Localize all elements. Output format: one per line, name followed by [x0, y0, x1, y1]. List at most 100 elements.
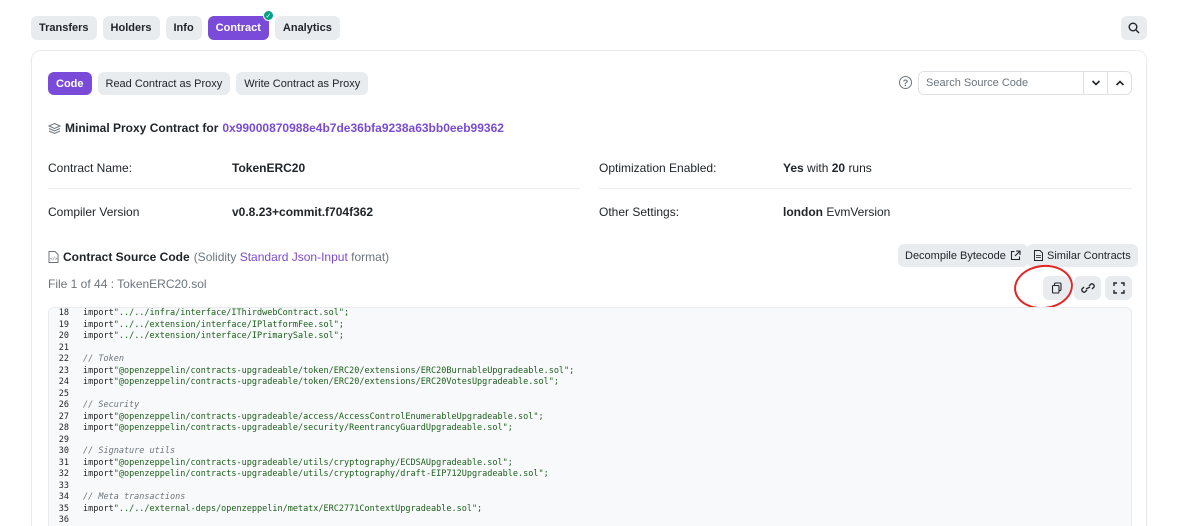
line-number: 26 — [58, 400, 69, 410]
code-viewer[interactable]: 18 import "../../infra/interface/IThirdwe… — [48, 307, 1132, 526]
fullscreen-button[interactable] — [1105, 276, 1132, 300]
code-keyword: import — [83, 308, 114, 318]
compiler-value: v0.8.23+commit.f704f362 — [232, 205, 374, 219]
code-line: 29 — [49, 435, 1131, 447]
similar-contracts-button[interactable]: Similar Contracts — [1027, 244, 1138, 267]
code-keyword: import — [83, 319, 114, 330]
line-number: 30 — [58, 446, 69, 456]
code-line: 35 import "../../external-deps/openzeppel… — [49, 504, 1131, 516]
search-button[interactable] — [1121, 16, 1147, 40]
tab-contract[interactable]: Contract ✓ — [207, 10, 274, 40]
contract-name-label: Contract Name: — [48, 161, 133, 175]
divider — [48, 188, 580, 189]
code-line: 18 import "../../infra/interface/IThirdwe… — [49, 308, 1131, 320]
line-number: 33 — [58, 480, 69, 491]
tab-info[interactable]: Info — [165, 16, 202, 40]
json-input-link[interactable]: Standard Json-Input — [240, 250, 348, 264]
proxy-address-link[interactable]: 0x99000870988e4b7de36bfa9238a63bb0eeb993… — [222, 121, 504, 135]
line-number: 21 — [58, 342, 69, 353]
line-number: 19 — [58, 319, 69, 330]
link-button[interactable] — [1074, 276, 1101, 300]
line-number: 24 — [58, 377, 69, 387]
source-format: (Solidity Standard Json-Input format) — [193, 250, 390, 264]
code-keyword: import — [83, 377, 114, 387]
verified-check-icon: ✓ — [262, 10, 274, 21]
code-keyword: import — [83, 423, 114, 433]
annotation-circle — [1011, 262, 1076, 312]
chevron-down-icon — [1091, 80, 1100, 86]
line-number: 35 — [58, 503, 69, 514]
code-comment: // Token — [83, 354, 124, 364]
search-next-button[interactable] — [1083, 72, 1107, 94]
code-comment: // Security — [83, 400, 140, 410]
tab-analytics[interactable]: Analytics — [274, 16, 340, 40]
code-keyword: import — [83, 365, 114, 376]
top-tab-bar: Transfers Holders Info Contract ✓ Analyt… — [31, 10, 340, 40]
decompile-label: Decompile Bytecode — [905, 249, 1006, 262]
code-line: 32 import "@openzeppelin/contracts-upgrad… — [49, 469, 1131, 481]
line-number: 28 — [58, 423, 69, 433]
line-number: 20 — [58, 331, 69, 341]
code-line: 21 — [49, 343, 1131, 355]
source-search — [918, 71, 1132, 95]
decompile-bytecode-button[interactable]: Decompile Bytecode — [898, 244, 1028, 267]
contract-name-value: TokenERC20 — [232, 161, 306, 175]
code-comment: // Meta transactions — [83, 492, 186, 502]
line-number: 34 — [58, 492, 69, 502]
code-keyword: import — [83, 331, 114, 341]
code-line: 27 import "@openzeppelin/contracts-upgrad… — [49, 412, 1131, 424]
line-number: 25 — [58, 388, 69, 399]
tab-transfers[interactable]: Transfers — [31, 16, 97, 40]
code-line: 20 import "../../extension/interface/IPri… — [49, 331, 1131, 343]
subtab-code[interactable]: Code — [48, 72, 92, 95]
file-info: File 1 of 44 : TokenERC20.sol — [48, 277, 207, 291]
subtab-write-proxy[interactable]: Write Contract as Proxy — [236, 72, 369, 95]
search-prev-button[interactable] — [1107, 72, 1131, 94]
code-string: "@openzeppelin/contracts-upgradeable/sec… — [113, 423, 513, 433]
line-number: 22 — [58, 354, 69, 364]
code-line: 23 import "@openzeppelin/contracts-upgrad… — [49, 366, 1131, 378]
code-line: 24 import "@openzeppelin/contracts-upgrad… — [49, 377, 1131, 389]
line-number: 27 — [58, 411, 69, 422]
line-number: 23 — [58, 365, 69, 376]
code-line: 33 — [49, 481, 1131, 493]
code-string: "../../extension/interface/IPrimarySale.… — [113, 331, 345, 341]
code-string: "../../external-deps/openzeppelin/metatx… — [113, 503, 483, 514]
code-line: 26 // Security — [49, 400, 1131, 412]
line-number: 36 — [58, 515, 69, 525]
search-icon — [1128, 22, 1140, 34]
proxy-info: Minimal Proxy Contract for 0x99000870988… — [48, 121, 504, 135]
code-keyword: import — [83, 457, 114, 468]
tab-holders[interactable]: Holders — [102, 16, 160, 40]
code-line: 19 import "../../extension/interface/IPla… — [49, 320, 1131, 332]
file-code-icon: </> — [48, 251, 59, 263]
code-keyword: import — [83, 503, 114, 514]
line-number: 29 — [58, 434, 69, 445]
code-string: "@openzeppelin/contracts-upgradeable/tok… — [113, 365, 575, 376]
code-keyword: import — [83, 469, 114, 479]
settings-value: london EvmVersion — [783, 205, 891, 219]
code-line: 28 import "@openzeppelin/contracts-upgrad… — [49, 423, 1131, 435]
source-search-input[interactable] — [919, 72, 1083, 94]
compiler-label: Compiler Version — [48, 205, 140, 219]
line-number: 31 — [58, 457, 69, 468]
code-string: "@openzeppelin/contracts-upgradeable/uti… — [113, 457, 513, 468]
code-string: "@openzeppelin/contracts-upgradeable/acc… — [113, 411, 544, 422]
line-number: 18 — [58, 308, 69, 318]
settings-label: Other Settings: — [599, 205, 680, 219]
code-line: 36 — [49, 515, 1131, 526]
code-line: 34 // Meta transactions — [49, 492, 1131, 504]
code-string: "../../infra/interface/IThirdwebContract… — [113, 308, 350, 318]
divider — [599, 188, 1132, 189]
code-line: 22 // Token — [49, 354, 1131, 366]
code-string: "../../extension/interface/IPlatformFee.… — [113, 319, 345, 330]
similar-label: Similar Contracts — [1047, 249, 1131, 262]
code-keyword: import — [83, 411, 114, 422]
subtab-read-proxy[interactable]: Read Contract as Proxy — [97, 72, 231, 95]
source-title-text: Contract Source Code — [63, 250, 190, 264]
svg-text:</>: </> — [50, 256, 58, 261]
contract-card: Code Read Contract as Proxy Write Contra… — [31, 50, 1147, 526]
source-code-title: </> Contract Source Code (Solidity Stand… — [48, 250, 389, 264]
help-icon[interactable]: ? — [899, 76, 912, 89]
code-comment: // Signature utils — [83, 446, 176, 456]
